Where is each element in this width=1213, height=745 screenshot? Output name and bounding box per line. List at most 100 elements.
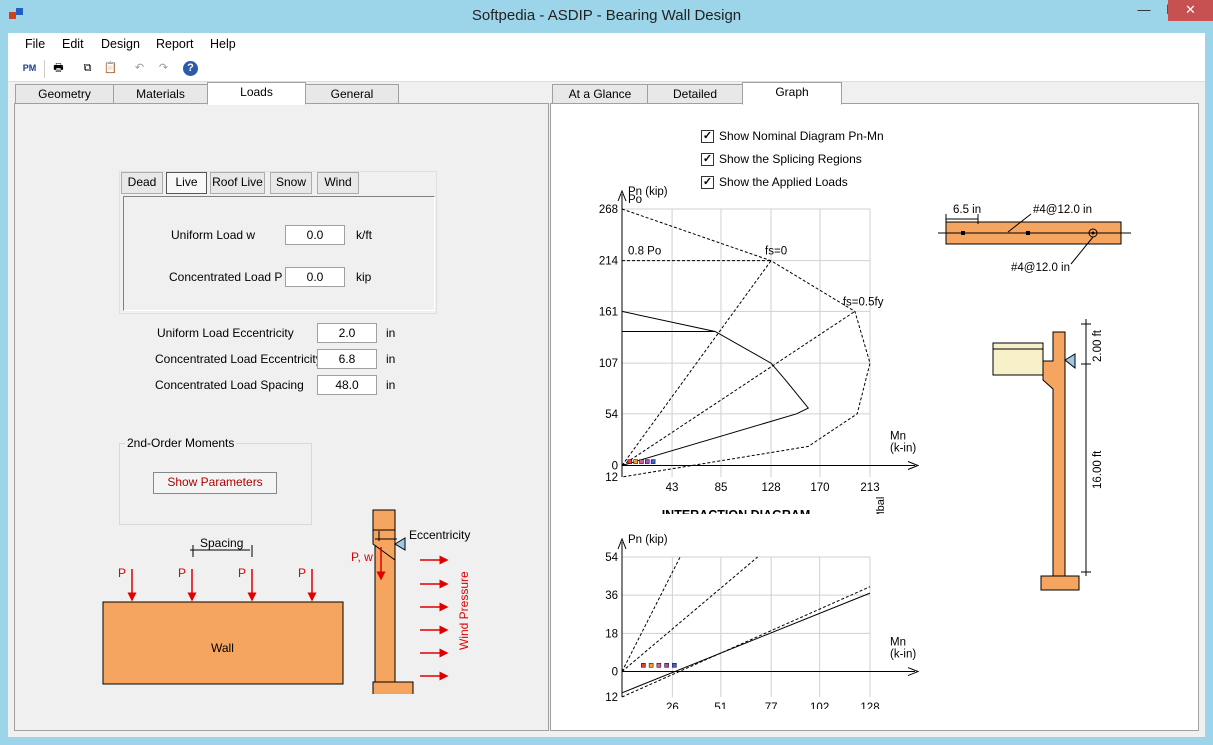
toolbar: PM 🖶 ⧉ 📋 ↶ ↷ ? — [8, 56, 1205, 82]
top-bar-label: #4@12.0 in — [1033, 204, 1092, 216]
conc-spacing-input[interactable]: 48.0 — [317, 375, 377, 395]
p-label-4: P — [298, 566, 306, 580]
tab-loads[interactable]: Loads — [207, 82, 306, 105]
y-tick-label: 161 — [599, 306, 618, 318]
y-tick-label: 36 — [605, 590, 618, 602]
nominal-diagram-label: Show Nominal Diagram Pn-Mn — [719, 129, 884, 143]
conc-ecc-unit: in — [386, 352, 396, 366]
load-marker — [664, 663, 669, 668]
interaction-diagram: 43 85 128 170 21326821416110754012Pn (kip)Mn… — [599, 186, 920, 514]
p-label-3: P — [238, 566, 246, 580]
load-marker — [648, 663, 654, 668]
redo-icon[interactable]: ↷ — [154, 59, 173, 78]
conc-spacing-unit: in — [386, 378, 396, 392]
y-tick-label: 0 — [612, 461, 618, 473]
conc-load-unit: kip — [356, 270, 372, 284]
nominal-diagram-checkbox[interactable]: ✓ — [701, 130, 714, 143]
load-tab-wind[interactable]: Wind — [317, 172, 359, 194]
uniform-ecc-label: Uniform Load Eccentricity — [157, 326, 294, 340]
cover-label: 6.5 in — [953, 204, 981, 216]
x-tick-label: 102 — [810, 702, 829, 709]
x-axis-label: Mn — [890, 637, 906, 649]
client-area: Geometry Materials General Dead Live Roo… — [8, 82, 1205, 737]
y-tick-label: 18 — [605, 628, 618, 640]
top-height-label: 2.00 ft — [1092, 329, 1104, 362]
annotation-label: fs=0.5fy — [843, 296, 884, 308]
annotation-label: fs=0 — [765, 246, 787, 258]
pw-label: P, w — [351, 550, 373, 564]
elevation-sketch: 2.00 ft 16.00 ft — [992, 319, 1104, 591]
p-label-2: P — [178, 566, 186, 580]
pm-icon[interactable]: PM — [20, 59, 39, 78]
annotation-label: Po — [628, 194, 642, 206]
series-line — [621, 310, 810, 466]
wall-label: Wall — [211, 641, 234, 655]
tab-general[interactable]: General — [305, 84, 399, 104]
close-button[interactable]: ✕ — [1168, 0, 1213, 21]
load-tab-roof-live[interactable]: Roof Live — [210, 172, 265, 194]
conc-ecc-input[interactable]: 6.8 — [317, 349, 377, 369]
load-marker — [639, 459, 644, 464]
fs0-line — [621, 556, 681, 672]
x-tick-label: 128 — [761, 482, 780, 494]
menu-report[interactable]: Report — [156, 37, 194, 51]
tab-materials[interactable]: Materials — [113, 84, 208, 104]
conc-load-label: Concentrated Load P — [169, 270, 283, 284]
menu-help[interactable]: Help — [210, 37, 236, 51]
help-icon[interactable]: ? — [183, 61, 198, 76]
menu-bar: File Edit Design Report Help — [8, 33, 1205, 56]
y-tick-label: 214 — [599, 256, 619, 268]
tab-at-a-glance[interactable]: At a Glance — [552, 84, 648, 104]
menu-file[interactable]: File — [25, 37, 45, 51]
menu-design[interactable]: Design — [101, 37, 140, 51]
wall-sketch: Spacing P P P P Wall Eccentricity P, w W… — [102, 509, 471, 694]
uniform-load-input[interactable]: 0.0 — [285, 225, 345, 245]
load-marker — [641, 663, 646, 668]
paste-icon[interactable]: 📋 — [101, 59, 120, 78]
x-tick-label: 43 — [666, 482, 679, 494]
menu-edit[interactable]: Edit — [62, 37, 84, 51]
y-tick-label: 107 — [599, 358, 618, 370]
tab-detailed[interactable]: Detailed — [647, 84, 743, 104]
conc-ecc-label: Concentrated Load Eccentricity — [155, 352, 322, 366]
conc-load-input[interactable]: 0.0 — [285, 267, 345, 287]
x-axis-label: Mn — [890, 431, 906, 443]
uniform-ecc-input[interactable]: 2.0 — [317, 323, 377, 343]
load-tab-dead[interactable]: Dead — [121, 172, 163, 194]
y-tick-label: 12 — [605, 692, 618, 704]
y-tick-label: 54 — [605, 409, 618, 421]
x-tick-label: 213 — [860, 482, 879, 494]
y-axis-label: Pn (kip) — [628, 534, 668, 546]
undo-icon[interactable]: ↶ — [130, 59, 149, 78]
height-label: 16.00 ft — [1092, 450, 1104, 489]
series-line — [621, 586, 871, 698]
copy-icon[interactable]: ⧉ — [78, 59, 97, 78]
load-marker — [627, 459, 633, 464]
load-marker — [650, 459, 656, 464]
series-line — [621, 592, 871, 694]
load-marker — [645, 459, 650, 464]
minimize-button[interactable]: — — [1131, 0, 1157, 21]
load-marker — [672, 663, 677, 668]
y-tick-label: 12 — [605, 472, 618, 484]
uniform-ecc-unit: in — [386, 326, 396, 340]
print-icon[interactable]: 🖶 — [49, 59, 68, 78]
x-axis-label: (k-in) — [890, 649, 916, 661]
uniform-load-label: Uniform Load w — [171, 228, 256, 242]
tab-graph[interactable]: Graph — [742, 82, 842, 105]
conc-spacing-label: Concentrated Load Spacing — [155, 378, 304, 392]
load-marker — [633, 459, 638, 464]
load-input-box — [123, 196, 435, 311]
annotation-label: 0.8 Po — [628, 246, 661, 258]
x-tick-label: 170 — [810, 482, 829, 494]
load-tab-snow[interactable]: Snow — [270, 172, 312, 194]
x-tick-label: 128 — [860, 702, 879, 709]
loads-panel: Dead Live Roof Live Snow Wind Uniform Lo… — [14, 103, 549, 731]
tab-geometry[interactable]: Geometry — [15, 84, 114, 104]
load-tab-live[interactable]: Live — [166, 172, 207, 194]
wind-pressure-label: Wind Pressure — [457, 571, 471, 650]
x-tick-label: 77 — [765, 702, 778, 709]
load-marker — [656, 663, 662, 668]
x-axis-label: (k-in) — [890, 443, 916, 455]
p-label-1: P — [118, 566, 126, 580]
